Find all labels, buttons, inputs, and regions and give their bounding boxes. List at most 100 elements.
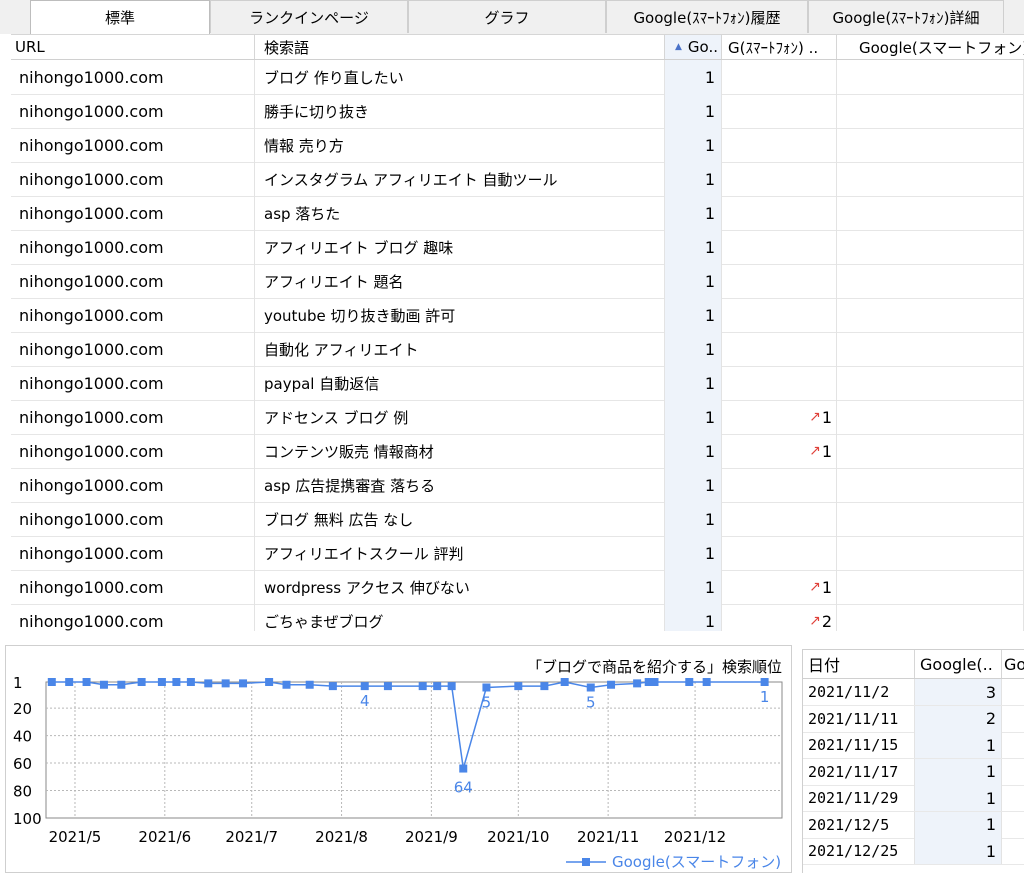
rank-cell-2 [1002, 785, 1024, 811]
trend-up-icon: ↗ [809, 613, 821, 629]
column-header-url[interactable]: URL [11, 35, 255, 59]
tab-standard[interactable]: 標準 [30, 0, 210, 34]
history-row[interactable]: 2021/12/25 1 [803, 838, 1024, 865]
rank-line-chart: 1 20 40 60 80 100 2021/5 2021/6 2021/7 2021/8 2021… [13, 658, 783, 871]
keyword-cell: アフィリエイト 題名 [255, 264, 665, 298]
data-point [383, 682, 392, 691]
data-point [157, 678, 166, 686]
y-tick-label: 40 [13, 728, 32, 746]
history-row[interactable]: 2021/12/5 1 [803, 811, 1024, 839]
tab-rank-in-page[interactable]: ランクインページ [210, 0, 408, 33]
table-row[interactable]: nihongo1000.com 自動化 アフィリエイト 1 [11, 332, 1024, 367]
table-row[interactable]: nihongo1000.com アフィリエイト 題名 1 [11, 264, 1024, 299]
google-rank-cell: 1 [665, 536, 722, 570]
data-point [586, 683, 595, 692]
table-row[interactable]: nihongo1000.com 情報 売り方 1 [11, 128, 1024, 163]
table-row[interactable]: nihongo1000.com アドセンス ブログ 例 1 ↗ 1 [11, 400, 1024, 435]
ranking-table: URL 検索語 ▲ Go.. G(ｽﾏｰﾄﾌｫﾝ) .. Google(スマートフ… [11, 34, 1024, 631]
google-sp-change-cell [722, 230, 837, 264]
y-tick-label: 60 [13, 755, 32, 773]
trend-up-icon: ↗ [809, 579, 821, 595]
keyword-cell: asp 落ちた [255, 196, 665, 230]
y-tick-label: 80 [13, 783, 32, 801]
column-header-google-history-2[interactable]: Go [1002, 650, 1024, 678]
data-point [204, 679, 213, 688]
data-point [328, 682, 337, 691]
rank-cell-2 [1002, 706, 1024, 732]
column-header-google-history[interactable]: Google(.. [915, 650, 1002, 678]
column-header-google-sp-full[interactable]: Google(スマートフォン) [837, 35, 1024, 59]
history-row[interactable]: 2021/11/17 1 [803, 758, 1024, 786]
rank-cell: 2 [915, 705, 1002, 732]
keyword-cell: wordpress アクセス 伸びない [255, 570, 665, 604]
data-label: 5 [586, 693, 596, 711]
history-header: 日付 Google(.. Go [803, 650, 1024, 679]
table-row[interactable]: nihongo1000.com ごちゃまぜブログ 1 ↗ 2 [11, 604, 1024, 631]
data-point [239, 679, 248, 688]
table-row[interactable]: nihongo1000.com asp 落ちた 1 [11, 196, 1024, 231]
table-row[interactable]: nihongo1000.com ブログ 作り直したい 1 [11, 60, 1024, 95]
google-sp-change-cell [722, 264, 837, 298]
rank-cell-2 [1002, 679, 1024, 705]
google-sp-change-cell [722, 298, 837, 332]
data-point [702, 678, 711, 686]
table-row[interactable]: nihongo1000.com asp 広告提携審査 落ちる 1 [11, 468, 1024, 503]
data-point [650, 678, 659, 686]
url-cell: nihongo1000.com [11, 230, 255, 264]
google-sp-change-cell [722, 366, 837, 400]
table-row[interactable]: nihongo1000.com アフィリエイト ブログ 趣味 1 [11, 230, 1024, 265]
column-header-keyword[interactable]: 検索語 [255, 35, 665, 59]
history-row[interactable]: 2021/11/15 1 [803, 732, 1024, 759]
tab-label: Google(ｽﾏｰﾄﾌｫﾝ)履歴 [633, 8, 781, 27]
rank-cell: 3 [915, 679, 1002, 705]
google-sp-change-cell [722, 502, 837, 536]
google-sp-cell [837, 196, 1024, 230]
y-tick-label: 1 [13, 674, 23, 692]
table-row[interactable]: nihongo1000.com アフィリエイトスクール 評判 1 [11, 536, 1024, 571]
rank-cell-2 [1002, 759, 1024, 785]
column-header-label: Google(.. [920, 654, 993, 674]
google-sp-cell [837, 264, 1024, 298]
google-rank-cell: 1 [665, 264, 722, 298]
google-sp-change-cell [722, 162, 837, 196]
table-row[interactable]: nihongo1000.com インスタグラム アフィリエイト 自動ツール 1 [11, 162, 1024, 197]
tab-google-sp-detail[interactable]: Google(ｽﾏｰﾄﾌｫﾝ)詳細 [808, 0, 1004, 33]
google-rank-cell: 1 [665, 434, 722, 468]
history-row[interactable]: 2021/11/11 2 [803, 705, 1024, 733]
google-sp-cell [837, 366, 1024, 400]
rank-cell-2 [1002, 838, 1024, 864]
google-sp-cell [837, 468, 1024, 502]
table-row[interactable]: nihongo1000.com コンテンツ販売 情報商材 1 ↗ 1 [11, 434, 1024, 469]
google-rank-cell: 1 [665, 332, 722, 366]
tab-google-sp-history[interactable]: Google(ｽﾏｰﾄﾌｫﾝ)履歴 [606, 0, 808, 33]
column-header-label: 日付 [808, 656, 841, 675]
table-row[interactable]: nihongo1000.com wordpress アクセス 伸びない 1 ↗ 1 [11, 570, 1024, 605]
table-row[interactable]: nihongo1000.com youtube 切り抜き動画 許可 1 [11, 298, 1024, 333]
data-point [760, 678, 769, 686]
keyword-cell: asp 広告提携審査 落ちる [255, 468, 665, 502]
tab-label: 標準 [104, 9, 135, 27]
history-row[interactable]: 2021/11/29 1 [803, 785, 1024, 812]
tab-graph[interactable]: グラフ [408, 0, 606, 33]
table-row[interactable]: nihongo1000.com 勝手に切り抜き 1 [11, 94, 1024, 129]
legend-label: Google(スマートフォン) [612, 853, 781, 871]
keyword-cell: 情報 売り方 [255, 128, 665, 162]
google-rank-cell: 1 [665, 230, 722, 264]
table-row[interactable]: nihongo1000.com ブログ 無料 広告 なし 1 [11, 502, 1024, 537]
keyword-cell: 自動化 アフィリエイト [255, 332, 665, 366]
google-sp-cell [837, 400, 1024, 434]
keyword-cell: インスタグラム アフィリエイト 自動ツール [255, 162, 665, 196]
google-sp-cell [837, 332, 1024, 366]
column-header-google[interactable]: ▲ Go.. [665, 35, 722, 59]
data-point [560, 678, 569, 686]
google-sp-cell [837, 162, 1024, 196]
table-row[interactable]: nihongo1000.com paypal 自動返信 1 [11, 366, 1024, 401]
url-cell: nihongo1000.com [11, 400, 255, 434]
google-sp-change-cell: ↗ 1 [722, 434, 837, 468]
column-header-google-sp[interactable]: G(ｽﾏｰﾄﾌｫﾝ) .. [722, 35, 837, 59]
url-cell: nihongo1000.com [11, 94, 255, 128]
google-sp-cell [837, 94, 1024, 128]
history-row[interactable]: 2021/11/2 3 [803, 679, 1024, 706]
column-header-date[interactable]: 日付 [803, 650, 915, 678]
x-tick-label: 2021/12 [664, 828, 726, 846]
